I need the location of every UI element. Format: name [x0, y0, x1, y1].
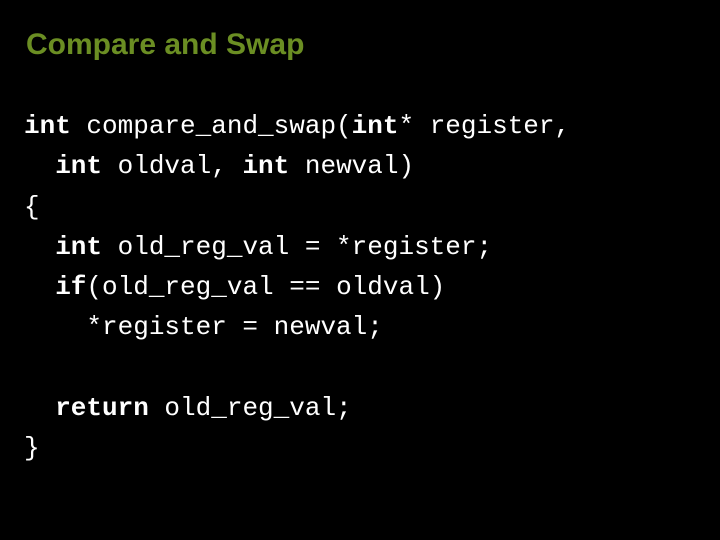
- code-text: * register,: [398, 111, 570, 141]
- code-text: oldval,: [102, 151, 242, 181]
- keyword-int: int: [24, 111, 71, 141]
- keyword-int: int: [352, 111, 399, 141]
- code-block: int compare_and_swap(int* register, int …: [24, 106, 696, 469]
- code-text: old_reg_val = *register;: [102, 232, 492, 262]
- keyword-int: int: [242, 151, 289, 181]
- slide-title: Compare and Swap: [26, 28, 696, 62]
- code-text: *register = newval;: [24, 312, 383, 342]
- code-text: old_reg_val;: [149, 393, 352, 423]
- keyword-int: int: [24, 151, 102, 181]
- keyword-if: if: [24, 272, 86, 302]
- keyword-return: return: [24, 393, 149, 423]
- code-text: newval): [289, 151, 414, 181]
- code-text: compare_and_swap(: [71, 111, 352, 141]
- slide: Compare and Swap int compare_and_swap(in…: [0, 0, 720, 540]
- code-text: (old_reg_val == oldval): [86, 272, 445, 302]
- code-text: }: [24, 433, 40, 463]
- code-text: {: [24, 192, 40, 222]
- keyword-int: int: [24, 232, 102, 262]
